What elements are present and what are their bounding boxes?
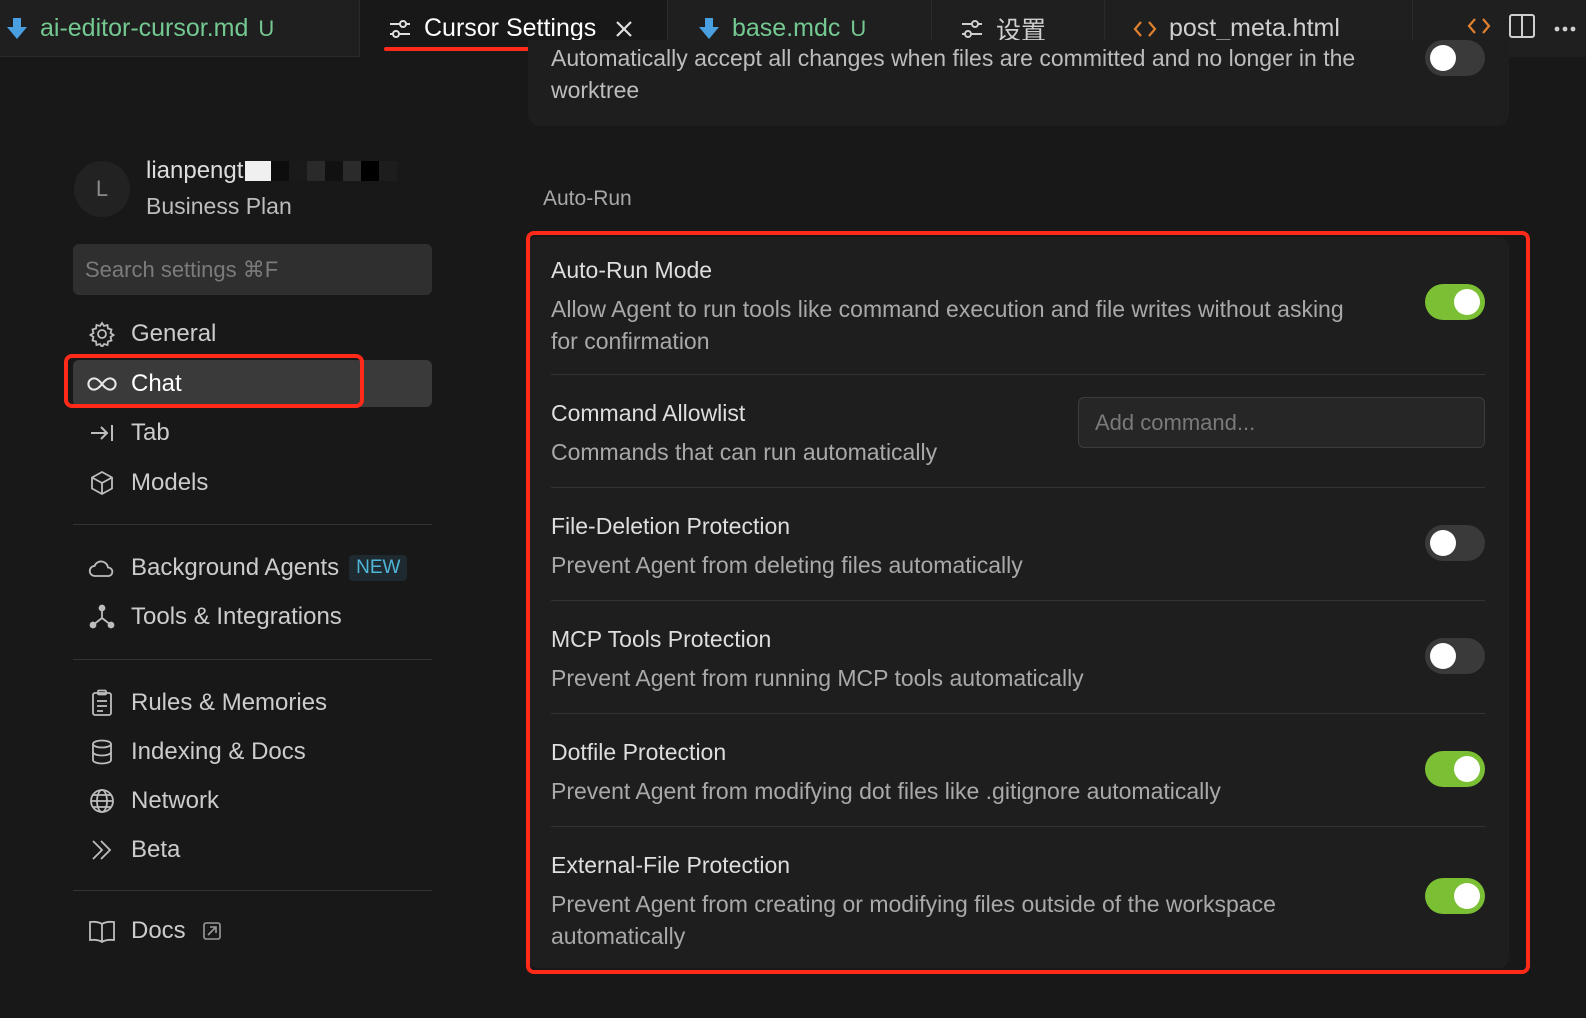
auto-run-mode-toggle[interactable]: [1425, 284, 1485, 320]
sidebar-item-indexing-docs[interactable]: Indexing & Docs: [73, 728, 432, 775]
sidebar-item-label: Indexing & Docs: [131, 737, 306, 765]
code-brackets-icon: [1133, 19, 1157, 39]
sidebar-item-label: General: [131, 319, 217, 347]
sidebar-item-label: Beta: [131, 835, 181, 863]
auto-run-settings-card: Auto-Run Mode Allow Agent to run tools l…: [528, 237, 1509, 968]
double-chevron-icon: [87, 838, 117, 862]
search-settings-input[interactable]: [73, 244, 432, 295]
external-link-icon: [202, 921, 222, 941]
setting-title: External-File Protection: [551, 852, 791, 878]
file-deletion-protection-toggle[interactable]: [1425, 525, 1485, 561]
setting-description: Prevent Agent from modifying dot files l…: [551, 778, 1221, 804]
split-editor-icon[interactable]: [1508, 13, 1536, 44]
cloud-icon: [87, 558, 117, 578]
clipboard-icon: [87, 689, 117, 717]
mcp-tools-protection-toggle[interactable]: [1425, 638, 1485, 674]
sidebar-item-label: Docs: [131, 916, 186, 944]
sliders-icon: [960, 18, 984, 40]
setting-row-external-file-protection: External-File Protection Prevent Agent f…: [551, 827, 1485, 968]
sidebar-item-general[interactable]: General: [73, 310, 432, 357]
dotfile-protection-toggle[interactable]: [1425, 751, 1485, 787]
setting-title: Dotfile Protection: [551, 739, 727, 765]
setting-card-git: Automatically accept all changes when fi…: [528, 40, 1509, 126]
setting-description: Prevent Agent from deleting files automa…: [551, 552, 1023, 578]
sidebar-item-label: Models: [131, 468, 209, 496]
tab-arrow-icon: [87, 422, 117, 444]
more-actions-icon[interactable]: [1553, 20, 1577, 38]
setting-row-dotfile-protection: Dotfile Protection Prevent Agent from mo…: [551, 714, 1485, 827]
sidebar-item-rules-memories[interactable]: Rules & Memories: [73, 679, 432, 726]
git-untracked-badge: U: [258, 15, 275, 41]
sidebar-item-tab[interactable]: Tab: [73, 409, 432, 456]
setting-row-mcp-tools-protection: MCP Tools Protection Prevent Agent from …: [551, 601, 1485, 714]
sidebar-item-label: Network: [131, 786, 220, 814]
add-command-input[interactable]: [1078, 397, 1485, 448]
sidebar-item-beta[interactable]: Beta: [73, 826, 432, 873]
sliders-icon: [388, 18, 412, 40]
sidebar-item-label: Chat: [131, 369, 182, 397]
sidebar-item-label: Rules & Memories: [131, 688, 328, 716]
sidebar-item-models[interactable]: Models: [73, 459, 432, 506]
profile-name: lianpengt: [146, 157, 244, 184]
auto-accept-toggle[interactable]: [1425, 40, 1485, 76]
setting-title: Auto-Run Mode: [551, 257, 713, 283]
setting-description: Prevent Agent from creating or modifying…: [551, 891, 1276, 949]
user-profile: L lianpengt Business Plan: [74, 157, 398, 220]
infinity-icon: [87, 375, 117, 393]
cube-icon: [87, 470, 117, 496]
section-label-auto-run: Auto-Run: [543, 187, 632, 210]
sidebar-item-network[interactable]: Network: [73, 777, 432, 824]
sidebar-item-docs[interactable]: Docs: [73, 907, 432, 954]
setting-row-auto-run-mode: Auto-Run Mode Allow Agent to run tools l…: [551, 237, 1485, 375]
sidebar-item-chat[interactable]: Chat: [73, 360, 432, 407]
sidebar-divider: [73, 890, 432, 891]
profile-plan: Business Plan: [146, 193, 292, 219]
setting-row-file-deletion-protection: File-Deletion Protection Prevent Agent f…: [551, 488, 1485, 601]
setting-description: Allow Agent to run tools like command ex…: [551, 296, 1344, 354]
setting-description: Automatically accept all changes when fi…: [551, 45, 1356, 103]
download-arrow-icon: [6, 17, 28, 41]
tab-label: base.mdc: [732, 14, 841, 42]
sidebar-item-label: Background Agents: [131, 553, 340, 581]
redacted-email: [245, 161, 398, 181]
tab-ai-editor-cursor-md[interactable]: ai-editor-cursor.md U: [0, 0, 360, 57]
tab-label: Cursor Settings: [424, 14, 597, 42]
setting-title: MCP Tools Protection: [551, 626, 772, 652]
sidebar-divider: [73, 659, 432, 660]
integrations-icon: [87, 604, 117, 630]
close-icon[interactable]: [614, 19, 634, 39]
git-untracked-badge: U: [850, 15, 867, 41]
new-badge: NEW: [349, 554, 408, 581]
sidebar-item-label: Tools & Integrations: [131, 602, 342, 630]
setting-row-command-allowlist: Command Allowlist Commands that can run …: [551, 375, 1485, 488]
sidebar-item-label: Tab: [131, 418, 170, 446]
settings-sidebar: L lianpengt Business Plan Search setting…: [0, 57, 460, 1018]
setting-description: Prevent Agent from running MCP tools aut…: [551, 665, 1084, 691]
external-file-protection-toggle[interactable]: [1425, 878, 1485, 914]
database-icon: [87, 739, 117, 765]
download-arrow-icon: [698, 17, 720, 41]
code-brackets-icon[interactable]: [1467, 16, 1491, 41]
globe-icon: [87, 788, 117, 814]
sidebar-item-tools-integrations[interactable]: Tools & Integrations: [73, 593, 432, 640]
sidebar-divider: [73, 524, 432, 525]
book-icon: [87, 919, 117, 943]
avatar: L: [74, 160, 130, 217]
gear-icon: [87, 320, 117, 347]
tab-label: post_meta.html: [1169, 14, 1340, 42]
setting-title: File-Deletion Protection: [551, 513, 791, 539]
sidebar-item-background-agents[interactable]: Background Agents NEW: [73, 544, 432, 591]
tab-label: ai-editor-cursor.md: [40, 14, 249, 42]
